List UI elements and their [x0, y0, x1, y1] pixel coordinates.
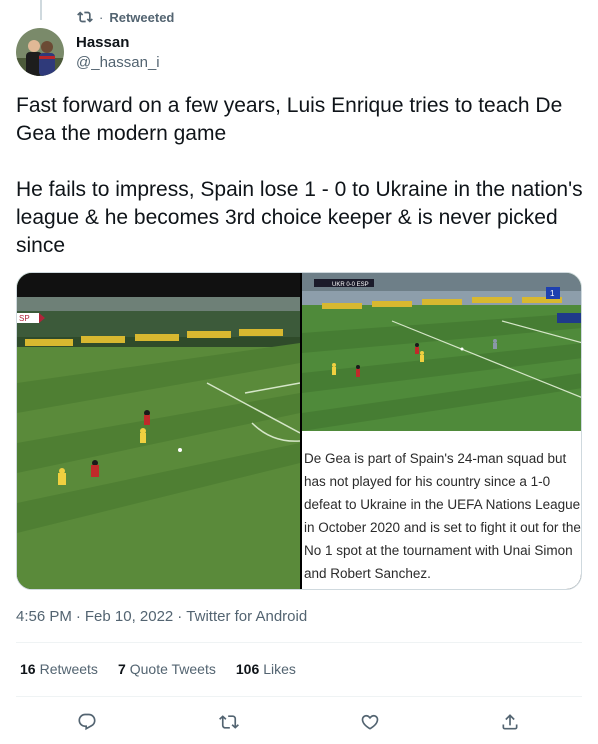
caption-text: De Gea is part of Spain's 24-man squad b…: [304, 451, 581, 581]
tweet-source[interactable]: Twitter for Android: [186, 608, 307, 625]
scorebug-text: UKR 0-0 ESP: [332, 282, 369, 288]
avatar[interactable]: [16, 28, 64, 76]
tweet-time[interactable]: 4:56 PM: [16, 608, 72, 625]
tweet-actions: [0, 706, 598, 736]
reply-icon: [78, 713, 96, 731]
meta-separator: ·: [177, 608, 183, 625]
tweet-text: Fast forward on a few years, Luis Enriqu…: [16, 92, 586, 288]
divider: [16, 642, 582, 643]
reply-button[interactable]: [74, 709, 100, 735]
tweet-meta: 4:56 PM · Feb 10, 2022 · Twitter for And…: [16, 608, 307, 625]
divider: [16, 696, 582, 697]
media-grid: SP UKR 0-0 ESP 1 De Gea is part of Spain…: [16, 272, 582, 590]
score-overlay: SP: [19, 314, 30, 323]
likes-count: 106: [235, 661, 260, 677]
retweets-count: 16: [20, 661, 36, 677]
tweet-paragraph: He fails to impress, Spain lose 1 - 0 to…: [16, 178, 583, 257]
quote-tweets-count: 7: [117, 661, 126, 677]
tweet-date[interactable]: Feb 10, 2022: [85, 608, 173, 625]
meta-separator: ·: [75, 608, 81, 625]
media-photo-right[interactable]: UKR 0-0 ESP 1 De Gea is part of Spain's …: [302, 273, 581, 589]
retweeted-label[interactable]: Retweeted: [109, 10, 174, 25]
share-icon: [502, 714, 518, 730]
engagement-stats: 16 Retweets 7 Quote Tweets 106 Likes: [20, 661, 296, 677]
channel-badge: 1: [550, 289, 555, 298]
likes-stat[interactable]: 106 Likes: [236, 661, 296, 677]
heart-icon: [361, 714, 379, 730]
retweets-label: Retweets: [39, 661, 98, 677]
thread-line: [40, 0, 42, 20]
retweets-stat[interactable]: 16 Retweets: [20, 661, 98, 677]
match-photo: UKR 0-0 ESP 1: [302, 273, 581, 431]
quote-tweets-label: Quote Tweets: [129, 661, 216, 677]
author-block: Hassan @_hassan_i: [76, 33, 160, 73]
tweet-paragraph: Fast forward on a few years, Luis Enriqu…: [16, 94, 563, 145]
author-name[interactable]: Hassan: [76, 33, 160, 53]
retweet-icon: [219, 715, 239, 729]
quote-tweets-stat[interactable]: 7 Quote Tweets: [118, 661, 216, 677]
share-button[interactable]: [497, 709, 523, 735]
retweet-icon: [77, 11, 93, 23]
like-button[interactable]: [357, 709, 383, 735]
media-photo-left[interactable]: SP: [17, 273, 300, 589]
retweet-context: · Retweeted: [77, 8, 174, 26]
retweet-button[interactable]: [216, 709, 242, 735]
article-caption: De Gea is part of Spain's 24-man squad b…: [302, 447, 581, 585]
retweet-separator: ·: [99, 9, 104, 25]
author-handle[interactable]: @_hassan_i: [76, 53, 160, 73]
likes-label: Likes: [263, 661, 296, 677]
